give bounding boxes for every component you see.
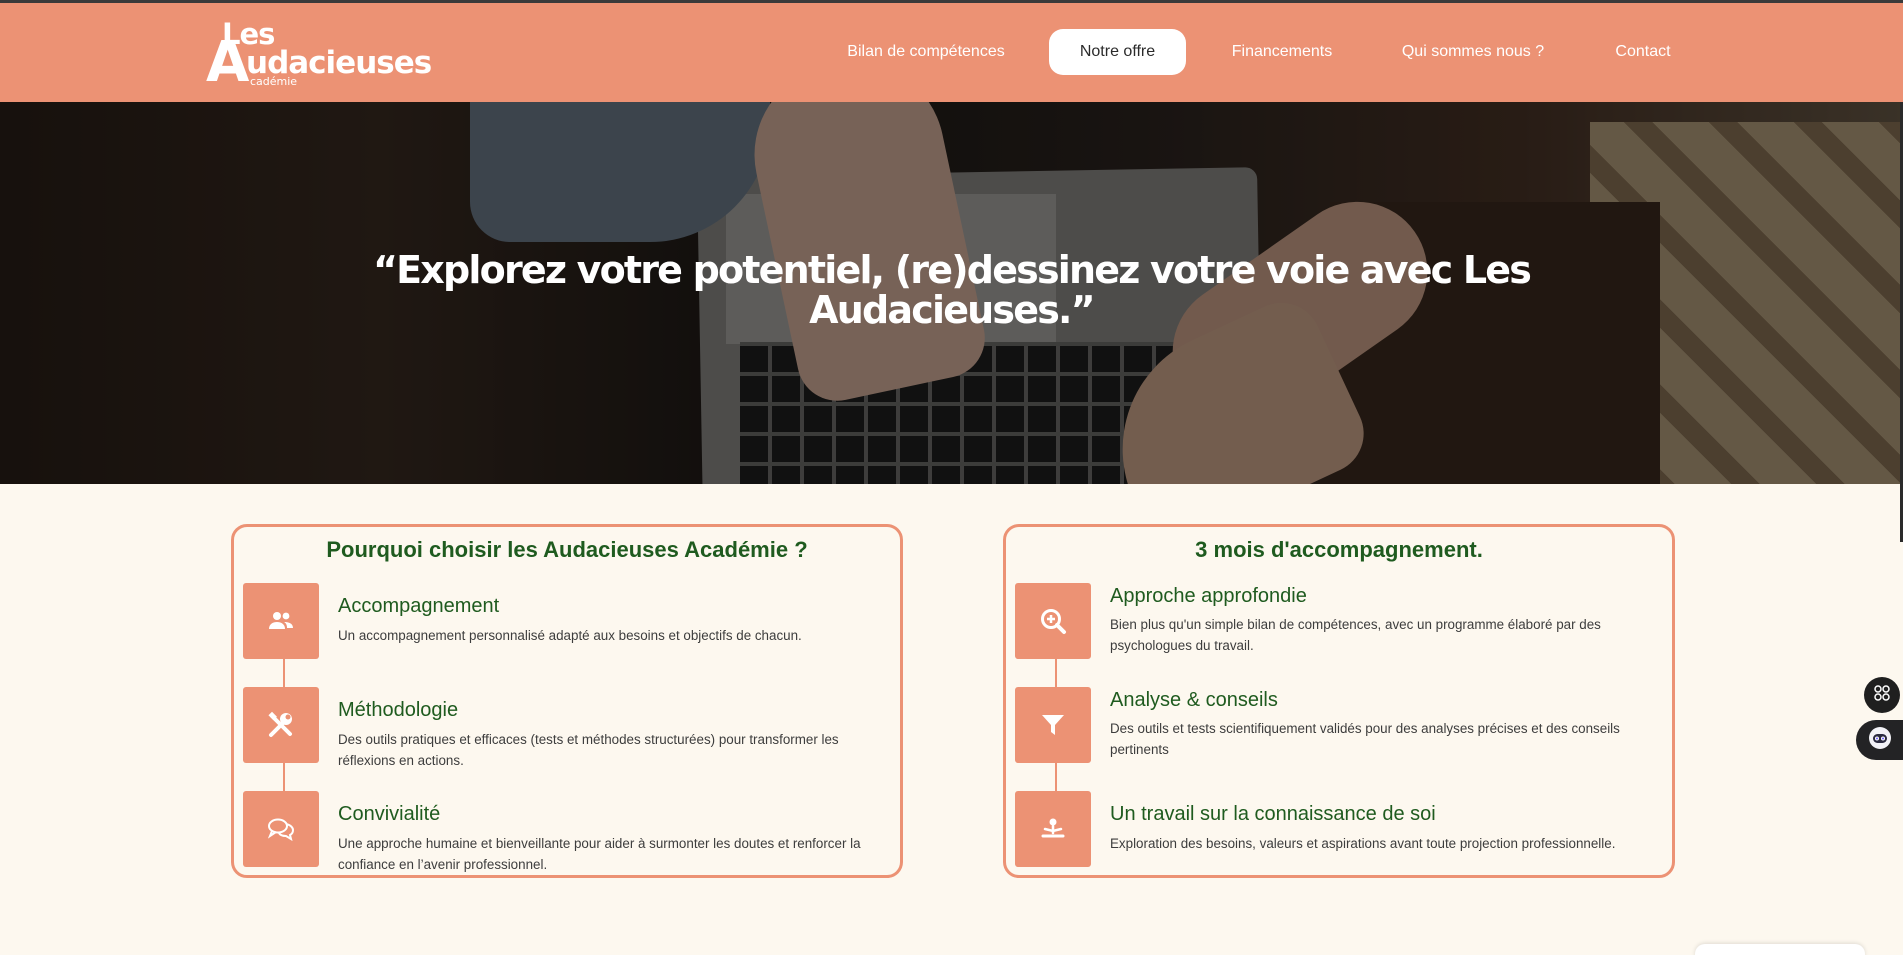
timeline-connector <box>283 659 285 689</box>
feature-title: Méthodologie <box>338 699 459 721</box>
search-plus-icon <box>1015 583 1091 659</box>
chatbot-icon <box>1867 725 1893 755</box>
card-title: Pourquoi choisir les Audacieuses Académi… <box>326 537 808 562</box>
feature-title: Approche approfondie <box>1110 585 1307 607</box>
logo-initial: A <box>206 30 250 95</box>
nav-contact[interactable]: Contact <box>1603 29 1683 75</box>
nav-financements[interactable]: Financements <box>1220 29 1344 75</box>
feature-description: Un accompagnement personnalisé adapté au… <box>338 628 802 643</box>
site-header: Les A udacieuses cadémie Bilan de compét… <box>0 3 1903 102</box>
apps-icon <box>1873 684 1891 706</box>
feature-description: Exploration des besoins, valeurs et aspi… <box>1110 836 1616 851</box>
feature-description: Des outils et tests scientifiquement val… <box>1110 721 1620 757</box>
hero-banner: “Explorez votre potentiel, (re)dessinez … <box>0 102 1903 484</box>
filter-icon <box>1015 687 1091 763</box>
why-choose-card: Pourquoi choisir les Audacieuses Académi… <box>231 524 903 878</box>
feature-title: Accompagnement <box>338 595 500 617</box>
feature-title: Convivialité <box>338 803 441 825</box>
chatbot-widget-button[interactable] <box>1856 720 1903 760</box>
timeline-connector <box>283 763 285 793</box>
apps-widget-button[interactable] <box>1864 677 1900 713</box>
timeline-connector <box>1055 659 1057 689</box>
hero-quote: “Explorez votre potentiel, (re)dessinez … <box>372 248 1532 332</box>
timeline-connector <box>1055 763 1057 793</box>
chat-icon <box>243 791 319 867</box>
program-card: 3 mois d'accompagnement. Approche approf… <box>1003 524 1675 878</box>
logo-subtitle: cadémie <box>250 75 298 88</box>
nav-notre-offre[interactable]: Notre offre <box>1049 29 1186 75</box>
nav-bilan-de-competences[interactable]: Bilan de compétences <box>830 29 1022 75</box>
bottom-widget-tab[interactable] <box>1695 944 1865 955</box>
site-logo[interactable]: Les A udacieuses cadémie <box>206 17 432 95</box>
feature-description: Bien plus qu'un simple bilan de compéten… <box>1110 617 1601 653</box>
feature-title: Analyse & conseils <box>1110 689 1278 711</box>
nav-qui-sommes-nous[interactable]: Qui sommes nous ? <box>1395 29 1551 75</box>
feature-description: Des outils pratiques et efficaces (tests… <box>338 732 839 768</box>
card-title: 3 mois d'accompagnement. <box>1195 537 1483 562</box>
users-icon <box>243 583 319 659</box>
meditation-icon <box>1015 791 1091 867</box>
feature-title: Un travail sur la connaissance de soi <box>1110 803 1436 825</box>
feature-description: Une approche humaine et bienveillante po… <box>338 836 861 872</box>
tools-icon <box>243 687 319 763</box>
